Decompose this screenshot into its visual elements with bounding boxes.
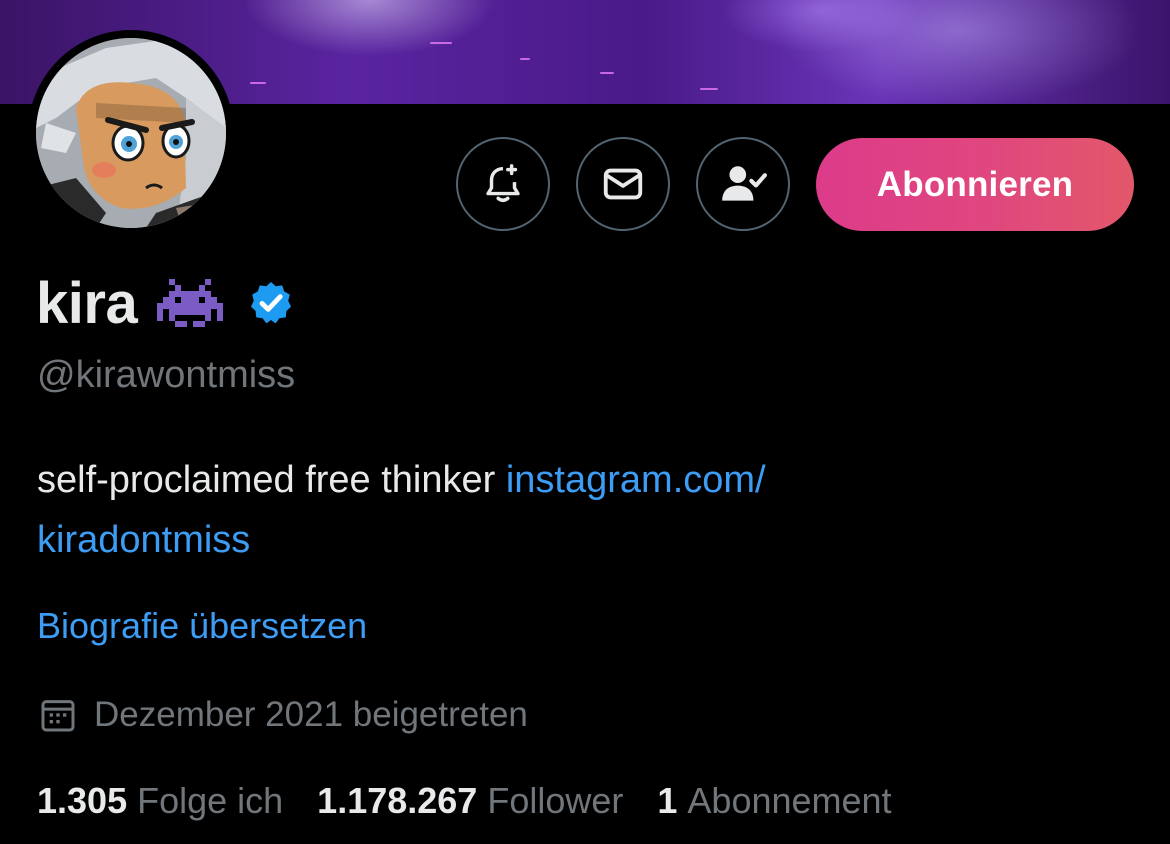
banner-detail [700, 88, 718, 90]
bell-plus-icon [486, 164, 520, 203]
bio-link-line1[interactable]: instagram.com/ [506, 459, 766, 501]
bio-text: self-proclaimed free thinker [37, 459, 506, 501]
banner-detail [430, 42, 452, 44]
following-button[interactable] [696, 137, 790, 231]
message-button[interactable] [576, 137, 670, 231]
notification-button[interactable] [456, 137, 550, 231]
translate-bio-link[interactable]: Biografie übersetzen [37, 605, 367, 647]
bio: self-proclaimed free thinker instagram.c… [37, 450, 1137, 570]
join-date-text: Dezember 2021 beigetreten [94, 695, 528, 734]
calendar-icon [41, 700, 75, 732]
avatar-illustration [36, 38, 226, 228]
person-check-icon [722, 166, 767, 201]
subscriptions-count: 1 [657, 780, 678, 821]
join-date: Dezember 2021 beigetreten [38, 693, 528, 737]
following-label: Folge ich [137, 780, 284, 821]
banner-detail [600, 72, 614, 74]
followers-stat[interactable]: 1.178.267 Follower [317, 780, 623, 822]
bio-link-line2[interactable]: kiradontmiss [37, 519, 250, 561]
banner-detail [520, 58, 530, 60]
followers-count: 1.178.267 [317, 780, 478, 821]
display-name: kira [36, 270, 138, 336]
subscribe-button[interactable]: Abonnieren [816, 138, 1134, 231]
user-handle: @kirawontmiss [37, 354, 296, 396]
subscriptions-stat[interactable]: 1 Abonnement [657, 780, 891, 822]
following-stat[interactable]: 1.305 Folge ich [37, 780, 283, 822]
followers-label: Follower [487, 780, 624, 821]
profile-stats: 1.305 Folge ich 1.178.267 Follower 1 Abo… [37, 778, 926, 824]
following-count: 1.305 [37, 780, 128, 821]
subscriptions-label: Abonnement [687, 780, 892, 821]
banner-detail [250, 82, 266, 84]
name-row: kira [36, 268, 295, 338]
avatar[interactable] [36, 38, 226, 228]
envelope-icon [603, 168, 643, 200]
alien-monster-icon [157, 279, 224, 327]
verified-badge-icon[interactable] [247, 279, 295, 327]
